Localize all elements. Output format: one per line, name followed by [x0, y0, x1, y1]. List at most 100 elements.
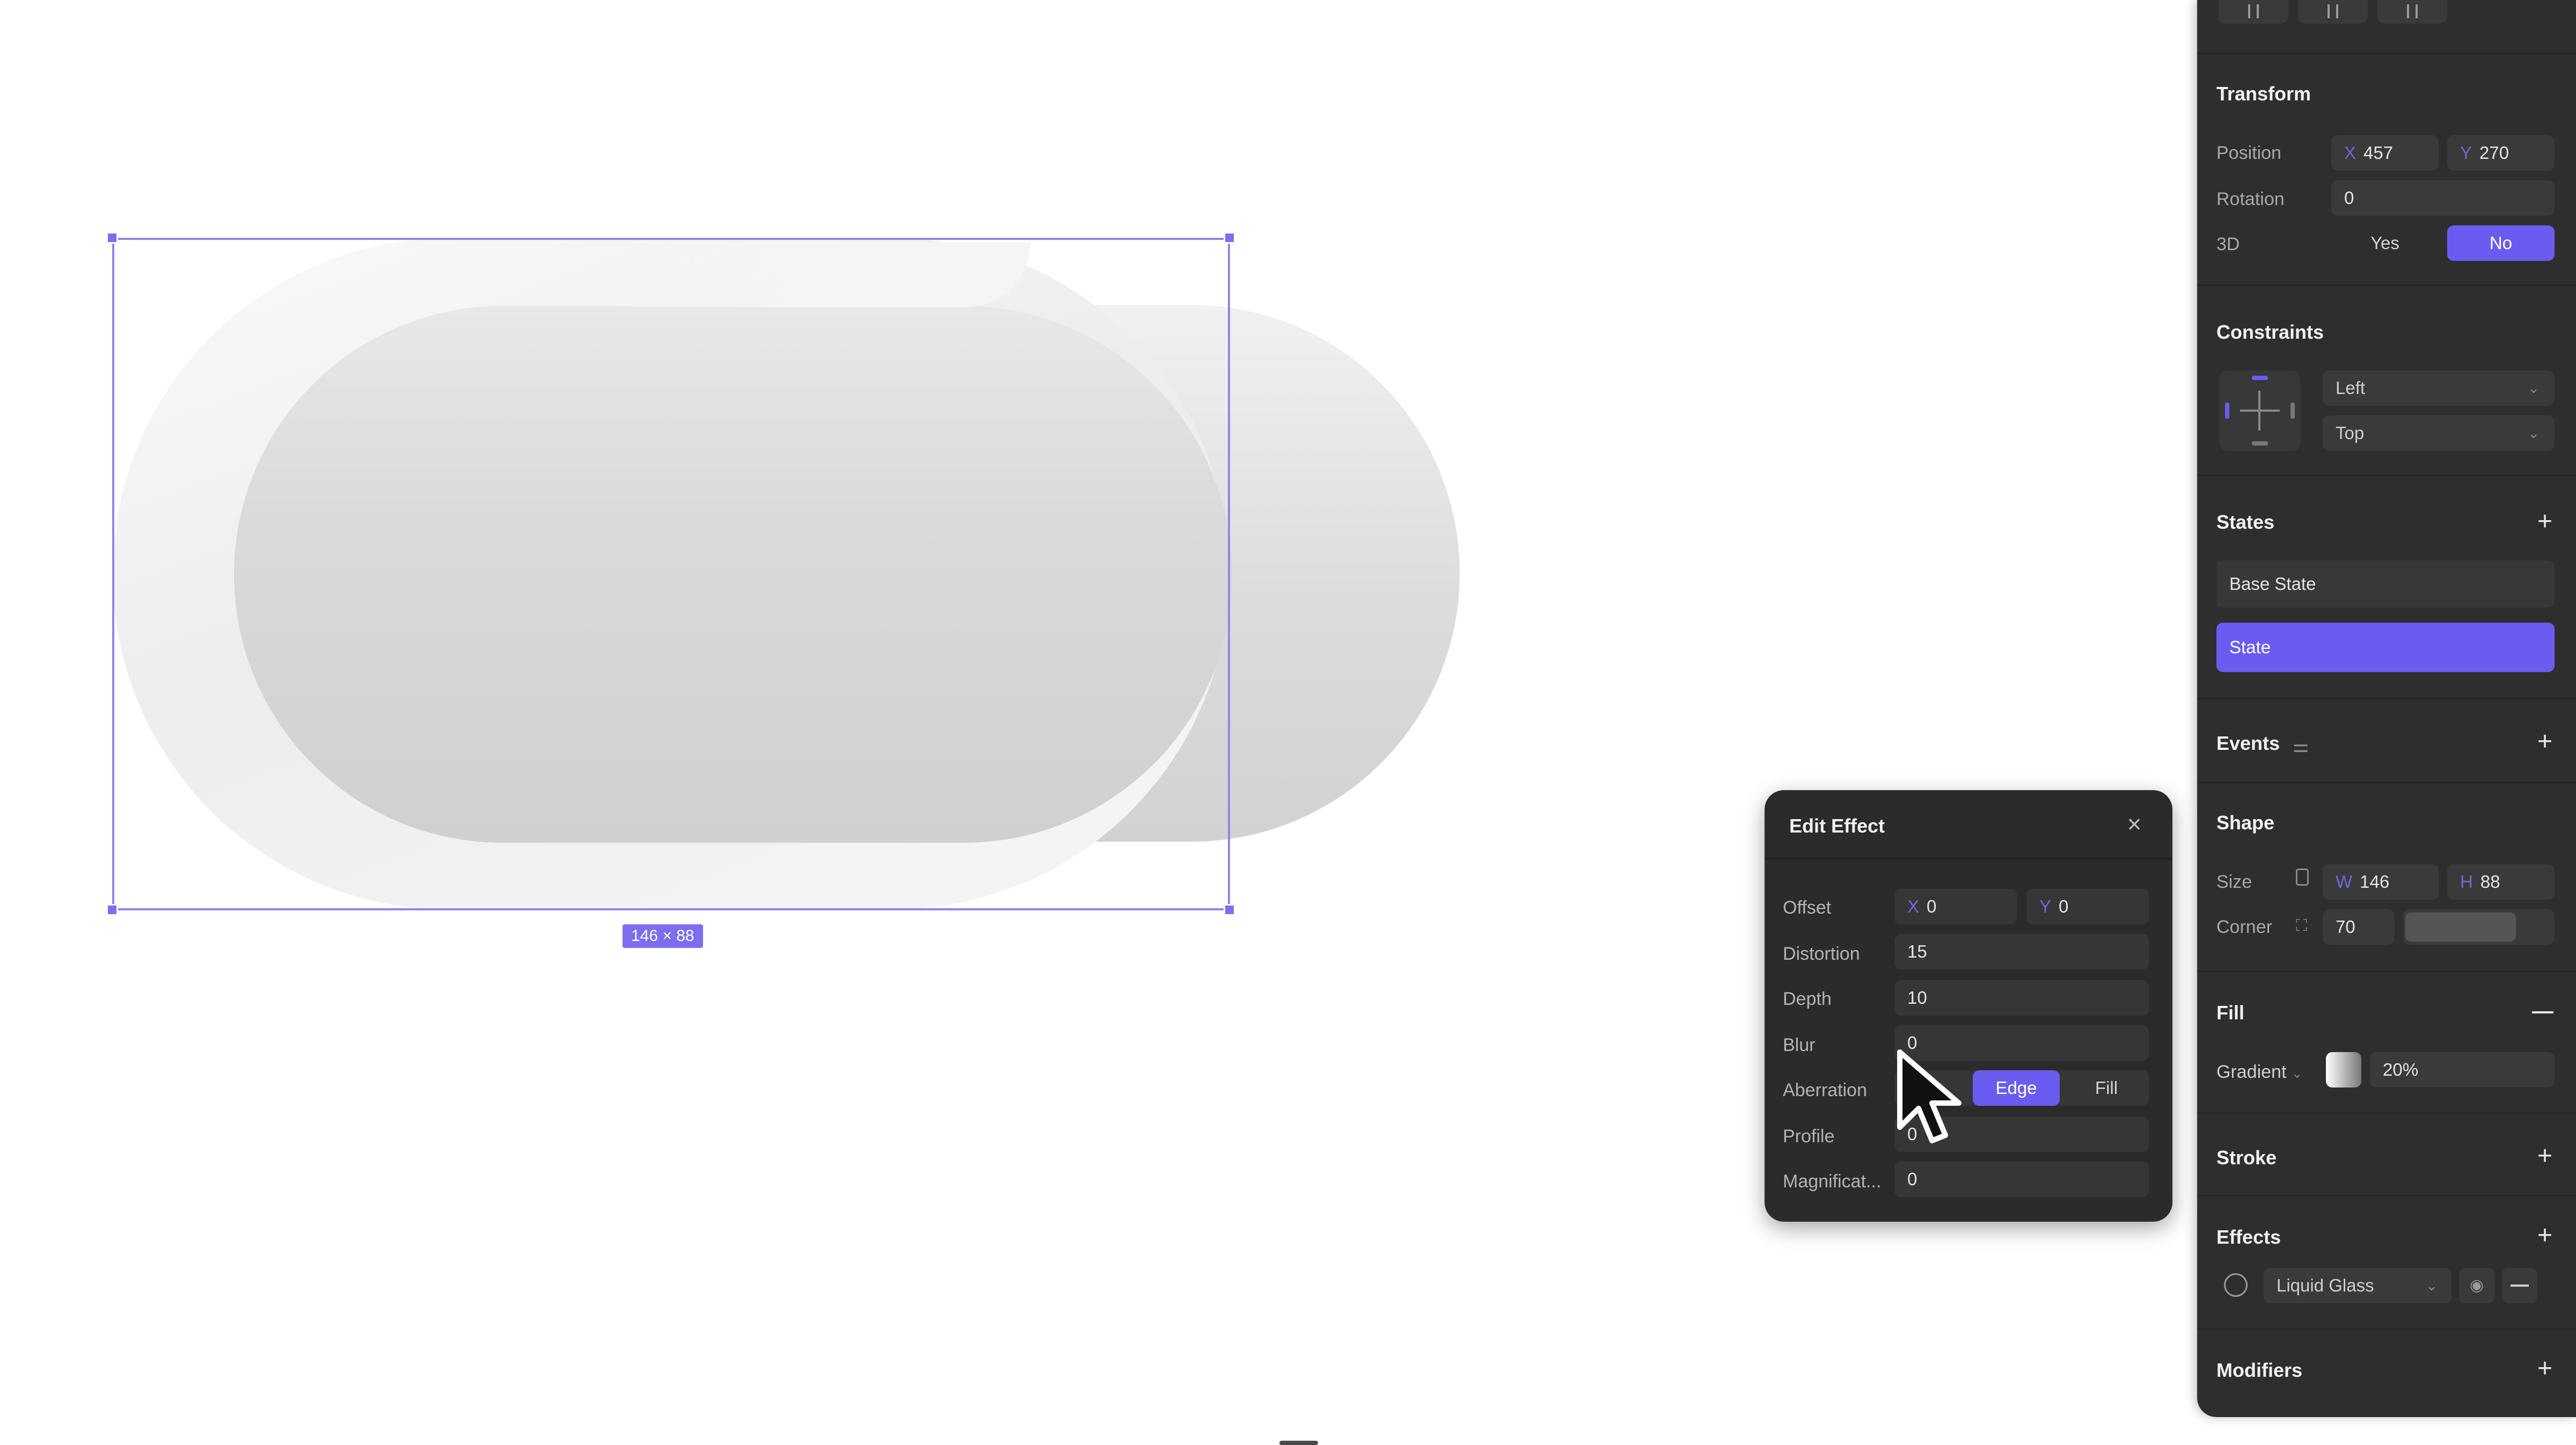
rotation-field[interactable]: 0	[2331, 180, 2555, 216]
selection-box[interactable]	[112, 238, 1230, 910]
chevron-down-icon: ⌄	[2426, 1278, 2438, 1294]
corner-radius-slider[interactable]	[2403, 909, 2555, 945]
position-x-value: 457	[2363, 143, 2394, 163]
state-item-state[interactable]: State	[2216, 623, 2555, 672]
fill-title: Fill	[2216, 1002, 2244, 1024]
add-state-icon[interactable]: +	[2534, 509, 2556, 535]
horizontal-constraint-select[interactable]: Left ⌄	[2323, 370, 2555, 406]
add-stroke-icon[interactable]: +	[2534, 1143, 2556, 1169]
add-effect-icon[interactable]: +	[2534, 1223, 2556, 1249]
magnification-field[interactable]: 0	[1894, 1162, 2149, 1197]
offset-x-field[interactable]: X0	[1894, 889, 2017, 924]
divider	[2197, 1112, 2576, 1114]
3d-yes-button[interactable]: Yes	[2331, 225, 2439, 261]
close-icon[interactable]: ×	[2121, 811, 2148, 837]
position-y-field[interactable]: Y 270	[2447, 135, 2555, 171]
aberration-label: Aberration	[1783, 1080, 1867, 1100]
depth-label: Depth	[1783, 989, 1832, 1009]
height-value: 88	[2480, 872, 2500, 892]
divider	[2197, 53, 2576, 54]
blur-label: Blur	[1783, 1035, 1816, 1055]
rotation-label: Rotation	[2216, 189, 2285, 209]
bottom-handle[interactable]	[1279, 1441, 1318, 1445]
y-axis-label: Y	[2460, 143, 2472, 163]
align-bottom-button[interactable]	[2377, 0, 2447, 24]
gradient-swatch[interactable]	[2326, 1052, 2361, 1088]
divider	[2197, 475, 2576, 476]
magnification-label: Magnificat...	[1783, 1171, 1882, 1192]
position-x-field[interactable]: X 457	[2331, 135, 2439, 171]
position-y-value: 270	[2479, 143, 2509, 163]
3d-no-button[interactable]: No	[2447, 225, 2555, 261]
effect-type-value: Liquid Glass	[2277, 1275, 2374, 1295]
effects-title: Effects	[2216, 1226, 2281, 1248]
effect-type-select[interactable]: Liquid Glass ⌄	[2264, 1268, 2451, 1303]
chevron-down-icon: ⌄	[2528, 380, 2540, 396]
y-axis-label: Y	[2039, 896, 2052, 916]
add-event-icon[interactable]: +	[2534, 729, 2556, 755]
stroke-title: Stroke	[2216, 1147, 2277, 1169]
offset-y-field[interactable]: Y0	[2026, 889, 2149, 924]
events-title: Events	[2216, 732, 2280, 754]
resize-handle-top-left[interactable]	[106, 232, 118, 244]
vertical-constraint-value: Top	[2336, 423, 2365, 443]
corner-label: Corner	[2216, 917, 2272, 937]
vertical-constraint-select[interactable]: Top ⌄	[2323, 415, 2555, 451]
x-axis-label: X	[1907, 896, 1920, 916]
remove-effect-button[interactable]	[2502, 1268, 2537, 1303]
edit-effect-title: Edit Effect	[1789, 815, 1885, 837]
distortion-field[interactable]: 15	[1894, 934, 2149, 969]
states-title: States	[2216, 511, 2275, 533]
x-axis-label: X	[2344, 143, 2357, 163]
resize-handle-top-right[interactable]	[1224, 232, 1235, 244]
events-filter-icon[interactable]: ⚌	[2293, 735, 2309, 757]
divider	[2197, 970, 2576, 972]
chevron-down-icon: ⌄	[2292, 1067, 2303, 1081]
width-value: 146	[2360, 872, 2390, 892]
visibility-eye-icon[interactable]: ◉	[2459, 1268, 2494, 1303]
divider	[2197, 782, 2576, 783]
align-top-button[interactable]	[2219, 0, 2288, 24]
distribute-button[interactable]	[2457, 0, 2527, 24]
aberration-fill-button[interactable]: Fill	[2066, 1070, 2147, 1106]
divider	[2197, 1328, 2576, 1330]
divider	[2197, 1195, 2576, 1196]
aberration-edge-button[interactable]: Edge	[1973, 1070, 2060, 1106]
distortion-label: Distortion	[1783, 944, 1860, 964]
remove-fill-icon[interactable]	[2532, 1011, 2553, 1013]
depth-field[interactable]: 10	[1894, 980, 2149, 1016]
effect-toggle-icon[interactable]	[2224, 1273, 2248, 1297]
mouse-cursor-icon	[1897, 1049, 1962, 1143]
divider	[2197, 698, 2576, 699]
constraints-title: Constraints	[2216, 321, 2324, 343]
size-label: Size	[2216, 872, 2252, 892]
state-item-base[interactable]: Base State	[2216, 560, 2555, 608]
divider	[1765, 858, 2172, 859]
offset-y-value: 0	[2059, 896, 2069, 916]
transform-title: Transform	[2216, 83, 2311, 105]
offset-x-value: 0	[1927, 896, 1937, 916]
3d-label: 3D	[2216, 234, 2240, 254]
corner-radius-icon: ⛶	[2296, 917, 2307, 935]
align-middle-button[interactable]	[2298, 0, 2368, 24]
width-field[interactable]: W 146	[2323, 864, 2439, 900]
chevron-down-icon: ⌄	[2528, 425, 2540, 441]
profile-label: Profile	[1783, 1126, 1835, 1147]
offset-label: Offset	[1783, 897, 1832, 918]
resize-handle-bottom-left[interactable]	[106, 904, 118, 916]
design-canvas[interactable]: 146 × 88	[0, 0, 2576, 1445]
height-field[interactable]: H 88	[2447, 864, 2555, 900]
constraints-widget[interactable]	[2220, 370, 2300, 451]
fill-type-value: Gradient	[2216, 1062, 2287, 1082]
resize-handle-bottom-right[interactable]	[1224, 904, 1235, 916]
fill-type-select[interactable]: Gradient ⌄	[2216, 1062, 2303, 1083]
add-modifier-icon[interactable]: +	[2534, 1356, 2556, 1382]
shape-title: Shape	[2216, 812, 2275, 834]
inspector-panel: Transform Position X 457 Y 270 Rotation 0 …	[2197, 0, 2576, 1417]
fill-opacity-field[interactable]: 20%	[2370, 1052, 2555, 1088]
edit-effect-popup: Edit Effect × Offset X0 Y0 Distortion 15…	[1765, 790, 2172, 1222]
position-label: Position	[2216, 143, 2281, 163]
lock-icon[interactable]	[2296, 869, 2309, 886]
divider	[2197, 284, 2576, 286]
corner-radius-field[interactable]: 70	[2323, 909, 2395, 945]
